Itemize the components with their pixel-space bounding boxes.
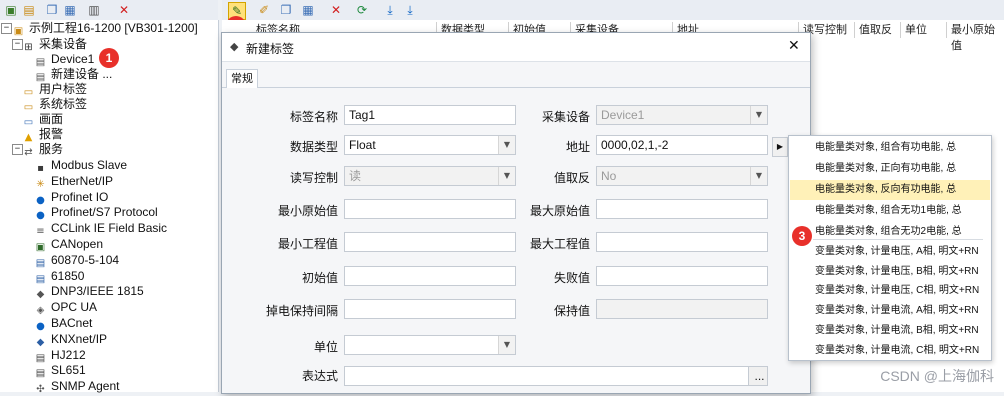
menu-item[interactable]: 变量类对象, 计量电压, C相, 明文+RN bbox=[790, 281, 990, 301]
address-input[interactable]: 0000,02,1,-2 bbox=[596, 135, 768, 155]
address-popup-menu: 电能量类对象, 组合有功电能, 总电能量类对象, 正向有功电能, 总电能量类对象… bbox=[788, 135, 992, 361]
import-icon[interactable]: ⤓ bbox=[382, 2, 398, 18]
label-max-raw: 最大原始值 bbox=[529, 204, 590, 218]
chevron-down-icon[interactable]: ▼ bbox=[498, 336, 515, 354]
menu-item[interactable]: 电能量类对象, 组合无功1电能, 总 bbox=[790, 201, 990, 221]
col-min-raw[interactable]: 最小原始值 bbox=[947, 22, 1004, 52]
expr-browse-button[interactable]: ... bbox=[748, 366, 768, 386]
tree-service-item[interactable]: ▤ HJ212 bbox=[34, 347, 86, 364]
delete-tag-icon[interactable]: ✕ bbox=[328, 2, 344, 18]
step-badge-1: 1 bbox=[99, 48, 119, 68]
tree-system-tags[interactable]: ▭ 系统标签 bbox=[22, 96, 87, 113]
copy-icon[interactable]: ❐ bbox=[44, 2, 60, 18]
open-icon[interactable]: ▤ bbox=[21, 2, 37, 18]
tree-collect-devices[interactable]: ⊞ 采集设备 bbox=[22, 36, 87, 53]
label-retain: 保持值 bbox=[553, 304, 590, 318]
menu-item[interactable]: 变量类对象, 计量电流, C相, 明文+RN bbox=[790, 341, 990, 361]
tree-root[interactable]: ▣ 示例工程16-1200 [VB301-1200] bbox=[12, 20, 198, 37]
chevron-right-icon: ▶ bbox=[776, 142, 784, 151]
col-unit[interactable]: 单位 bbox=[901, 22, 947, 38]
tree-service-item[interactable]: ▤ 61850 bbox=[34, 268, 85, 285]
paste-special-icon[interactable]: ▥ bbox=[86, 2, 102, 18]
collapse-root-icon[interactable]: − bbox=[1, 23, 12, 34]
step-badge-3: 3 bbox=[792, 226, 812, 246]
tree-service-item[interactable]: ◆ KNXnet/IP bbox=[34, 331, 107, 348]
label-device: 采集设备 bbox=[541, 110, 590, 124]
address-picker-button[interactable]: ▶ bbox=[772, 137, 788, 157]
unit-select[interactable]: ▼ bbox=[344, 335, 516, 355]
tree-services[interactable]: ⇄ 服务 bbox=[22, 141, 63, 158]
delete-icon[interactable]: ✕ bbox=[116, 2, 132, 18]
edit-icon[interactable]: ✐ bbox=[256, 2, 272, 18]
label-rw: 读写控制 bbox=[289, 171, 338, 185]
tree-service-item[interactable]: ≡ CCLink IE Field Basic bbox=[34, 220, 167, 237]
menu-separator bbox=[813, 239, 983, 240]
menu-item[interactable]: 变量类对象, 计量电流, A相, 明文+RN bbox=[790, 301, 990, 321]
label-address: 地址 bbox=[565, 140, 590, 154]
retain-input[interactable] bbox=[596, 299, 768, 319]
dialog-form: 标签名称 Tag1 数据类型 Float ▼ 读写控制 读 ▼ 最小原始值 最小工程… bbox=[222, 88, 810, 393]
project-tree: − ▣ 示例工程16-1200 [VB301-1200] − ⊞ 采集设备 ▤ Dev… bbox=[0, 20, 219, 395]
tree-device1[interactable]: ▤ Device1 bbox=[34, 51, 95, 68]
tree-service-item[interactable]: ✳ EtherNet/IP bbox=[34, 173, 113, 190]
tree-user-tags[interactable]: ▭ 用户标签 bbox=[22, 81, 87, 98]
watermark: CSDN @上海伽科 bbox=[880, 368, 994, 384]
tree-service-item[interactable]: ● Profinet IO bbox=[34, 189, 108, 206]
tree-service-item[interactable]: ◆ DNP3/IEEE 1815 bbox=[34, 283, 144, 300]
menu-item[interactable]: 电能量类对象, 组合有功电能, 总 bbox=[790, 138, 990, 158]
invert-select[interactable]: No ▼ bbox=[596, 166, 768, 186]
new-project-icon[interactable]: ▣ bbox=[3, 2, 19, 18]
tree-service-item[interactable]: ▤ SL651 bbox=[34, 362, 86, 379]
tree-service-item[interactable]: ▣ CANopen bbox=[34, 236, 103, 253]
left-toolbar: ▣ ▤ ❐ ▦ ▥ ✕ bbox=[0, 0, 218, 21]
snmp-icon: ✣ bbox=[36, 384, 45, 396]
chevron-down-icon[interactable]: ▼ bbox=[750, 106, 767, 124]
label-min-raw: 最小原始值 bbox=[277, 204, 338, 218]
label-max-eng: 最大工程值 bbox=[529, 237, 590, 251]
tree-service-item[interactable]: ▤ 60870-5-104 bbox=[34, 252, 119, 269]
expr-input[interactable] bbox=[344, 366, 768, 386]
paste-tag-icon[interactable]: ▦ bbox=[300, 2, 316, 18]
chevron-down-icon[interactable]: ▼ bbox=[750, 167, 767, 185]
tree-service-item[interactable]: ◈ OPC UA bbox=[34, 299, 97, 316]
dialog-titlebar: ◆ 新建标签 ✕ bbox=[222, 33, 810, 62]
max-eng-input[interactable] bbox=[596, 232, 768, 252]
right-toolbar: ✎ ✐ ❐ ▦ ✕ ⟳ ⤓ ⤓ bbox=[222, 0, 1004, 21]
tab-general[interactable]: 常规 bbox=[226, 69, 258, 88]
tree-service-item[interactable]: ● BACnet bbox=[34, 315, 92, 332]
tree-new-device[interactable]: ▤ 新建设备 ... bbox=[34, 66, 113, 83]
tree-service-item[interactable]: ▪ Modbus Slave bbox=[34, 157, 127, 174]
dialog-tabstrip: 常规 bbox=[222, 69, 810, 88]
copy-tag-icon[interactable]: ❐ bbox=[278, 2, 294, 18]
tree-service-item[interactable]: ● Profinet/S7 Protocol bbox=[34, 204, 158, 221]
menu-item[interactable]: 电能量类对象, 反向有功电能, 总 bbox=[790, 180, 990, 200]
tree-screens[interactable]: ▭ 画面 bbox=[22, 111, 63, 128]
label-data-type: 数据类型 bbox=[289, 140, 338, 154]
menu-item[interactable]: 电能量类对象, 正向有功电能, 总 bbox=[790, 159, 990, 179]
label-init: 初始值 bbox=[301, 271, 338, 285]
dialog-title: 新建标签 bbox=[246, 42, 295, 56]
dialog-icon: ◆ bbox=[230, 40, 239, 53]
fail-input[interactable] bbox=[596, 266, 768, 286]
export-icon[interactable]: ⤓ bbox=[402, 2, 418, 18]
device-select[interactable]: Device1 ▼ bbox=[596, 105, 768, 125]
dialog-close-button[interactable]: ✕ bbox=[788, 38, 800, 54]
tree-alarms[interactable]: ▲ 报警 bbox=[22, 126, 63, 143]
max-raw-input[interactable] bbox=[596, 199, 768, 219]
menu-item[interactable]: 变量类对象, 计量电压, A相, 明文+RN bbox=[790, 242, 990, 262]
label-unit: 单位 bbox=[313, 340, 338, 354]
new-tag-dialog: ◆ 新建标签 ✕ 常规 标签名称 Tag1 数据类型 Float ▼ 读写控制 读… bbox=[221, 32, 811, 394]
label-tag-name: 标签名称 bbox=[289, 110, 338, 124]
menu-item[interactable]: 变量类对象, 计量电流, B相, 明文+RN bbox=[790, 321, 990, 341]
label-invert: 值取反 bbox=[553, 171, 590, 185]
label-expr: 表达式 bbox=[301, 369, 338, 383]
label-fail: 失败值 bbox=[553, 271, 590, 285]
paste-icon[interactable]: ▦ bbox=[62, 2, 78, 18]
label-min-eng: 最小工程值 bbox=[277, 237, 338, 251]
col-invert[interactable]: 值取反 bbox=[855, 22, 901, 38]
label-retain-interval: 掉电保持间隔 bbox=[265, 304, 338, 318]
refresh-icon[interactable]: ⟳ bbox=[354, 2, 370, 18]
menu-item[interactable]: 变量类对象, 计量电压, B相, 明文+RN bbox=[790, 262, 990, 282]
